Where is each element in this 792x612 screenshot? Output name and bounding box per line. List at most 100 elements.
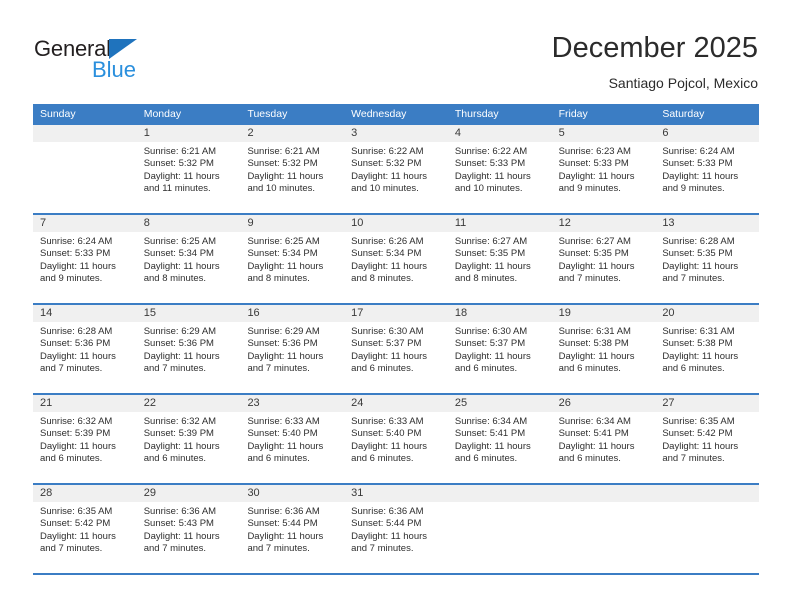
day-number: 10: [344, 215, 448, 232]
sunrise-time: Sunrise: 6:30 AM: [351, 326, 424, 337]
calendar-day-cell[interactable]: 19 Sunrise: 6:31 AM Sunset: 5:38 PM Dayligh…: [551, 305, 656, 393]
calendar-day-cell[interactable]: 14 Sunrise: 6:28 AM Sunset: 5:36 PM Dayligh…: [33, 305, 137, 393]
calendar-day-cell[interactable]: 22 Sunrise: 6:32 AM Sunset: 5:39 PM Dayligh…: [136, 395, 241, 483]
calendar-day-cell[interactable]: 9 Sunrise: 6:25 AM Sunset: 5:34 PM Daylight…: [240, 215, 345, 303]
daylight-duration-line2: and 6 minutes.: [351, 453, 414, 465]
calendar-day-cell[interactable]: 5 Sunrise: 6:23 AM Sunset: 5:33 PM Daylight…: [551, 125, 656, 213]
daylight-duration-line1: Daylight: 11 hours: [143, 530, 220, 542]
daylight-duration-line1: Daylight: 11 hours: [40, 350, 116, 362]
daylight-duration-line1: Daylight: 11 hours: [454, 260, 531, 272]
daylight-duration-line1: Daylight: 11 hours: [558, 260, 635, 272]
calendar-day-cell[interactable]: 23 Sunrise: 6:33 AM Sunset: 5:40 PM Dayligh…: [240, 395, 345, 483]
sunset-time: Sunset: 5:33 PM: [662, 158, 733, 170]
calendar-day-cell[interactable]: 30 Sunrise: 6:36 AM Sunset: 5:44 PM Dayligh…: [240, 485, 345, 573]
day-number: 29: [136, 485, 241, 502]
page-header: General Blue December 2025 Santiago Pojc…: [0, 0, 792, 104]
calendar-day-cell[interactable]: 8 Sunrise: 6:25 AM Sunset: 5:34 PM Daylight…: [136, 215, 241, 303]
daylight-duration-line2: and 7 minutes.: [558, 273, 621, 285]
day-number: 14: [33, 305, 137, 322]
day-details: Sunrise: 6:22 AM Sunset: 5:32 PM Daylight:…: [344, 142, 448, 196]
daylight-duration-line2: and 10 minutes.: [351, 183, 419, 195]
weekday-header-tuesday: Tuesday: [247, 108, 288, 120]
calendar-day-cell[interactable]: 29 Sunrise: 6:36 AM Sunset: 5:43 PM Dayligh…: [136, 485, 241, 573]
weekday-header-wednesday: Wednesday: [351, 108, 407, 120]
sunrise-time: Sunrise: 6:36 AM: [143, 506, 217, 517]
sunrise-time: Sunrise: 6:36 AM: [351, 506, 424, 517]
calendar-day-cell[interactable]: 17 Sunrise: 6:30 AM Sunset: 5:37 PM Dayligh…: [344, 305, 448, 393]
sunset-time: Sunset: 5:41 PM: [558, 428, 629, 440]
day-details: Sunrise: 6:28 AM Sunset: 5:35 PM Daylight:…: [655, 232, 759, 286]
calendar-day-cell[interactable]: 26 Sunrise: 6:34 AM Sunset: 5:41 PM Dayligh…: [551, 395, 656, 483]
day-details: Sunrise: 6:34 AM Sunset: 5:41 PM Daylight:…: [448, 412, 552, 466]
sunrise-time: Sunrise: 6:29 AM: [143, 326, 217, 337]
sunrise-time: Sunrise: 6:31 AM: [662, 326, 735, 337]
daylight-duration-line1: Daylight: 11 hours: [247, 350, 324, 362]
day-number: 8: [136, 215, 241, 232]
sunset-time: Sunset: 5:33 PM: [558, 158, 629, 170]
generalblue-logo[interactable]: General Blue: [34, 36, 174, 88]
daylight-duration-line2: and 6 minutes.: [454, 363, 518, 375]
sunrise-time: Sunrise: 6:21 AM: [143, 146, 217, 157]
calendar-day-cell[interactable]: 24 Sunrise: 6:33 AM Sunset: 5:40 PM Dayligh…: [344, 395, 448, 483]
sunset-time: Sunset: 5:34 PM: [351, 248, 422, 260]
calendar-day-cell[interactable]: 3 Sunrise: 6:22 AM Sunset: 5:32 PM Daylight…: [344, 125, 448, 213]
calendar-day-cell[interactable]: 18 Sunrise: 6:30 AM Sunset: 5:37 PM Dayligh…: [447, 305, 552, 393]
daylight-duration-line2: and 7 minutes.: [143, 543, 207, 555]
day-number: 7: [33, 215, 137, 232]
day-details: Sunrise: 6:21 AM Sunset: 5:32 PM Daylight:…: [240, 142, 344, 196]
calendar-day-cell[interactable]: 13 Sunrise: 6:28 AM Sunset: 5:35 PM Dayligh…: [655, 215, 760, 303]
daylight-duration-line2: and 8 minutes.: [454, 273, 518, 285]
calendar-day-cell[interactable]: 21 Sunrise: 6:32 AM Sunset: 5:39 PM Dayligh…: [33, 395, 137, 483]
weekday-header-sunday: Sunday: [40, 108, 76, 120]
calendar-day-cell[interactable]: 4 Sunrise: 6:22 AM Sunset: 5:33 PM Daylight…: [447, 125, 552, 213]
calendar-day-cell[interactable]: 16 Sunrise: 6:29 AM Sunset: 5:36 PM Dayligh…: [240, 305, 345, 393]
day-number: [33, 125, 137, 142]
calendar-day-cell[interactable]: 20 Sunrise: 6:31 AM Sunset: 5:38 PM Dayligh…: [655, 305, 760, 393]
weekday-header-saturday: Saturday: [662, 108, 705, 120]
day-details: Sunrise: 6:24 AM Sunset: 5:33 PM Daylight:…: [655, 142, 759, 196]
calendar-day-cell[interactable]: 28 Sunrise: 6:35 AM Sunset: 5:42 PM Dayligh…: [33, 485, 137, 573]
sunrise-time: Sunrise: 6:34 AM: [454, 416, 528, 427]
calendar-day-cell[interactable]: 11 Sunrise: 6:27 AM Sunset: 5:35 PM Dayligh…: [447, 215, 552, 303]
sunset-time: Sunset: 5:35 PM: [454, 248, 526, 260]
sunset-time: Sunset: 5:40 PM: [247, 428, 318, 440]
calendar-day-cell[interactable]: 7 Sunrise: 6:24 AM Sunset: 5:33 PM Daylight…: [33, 215, 137, 303]
calendar-day-cell[interactable]: 12 Sunrise: 6:27 AM Sunset: 5:35 PM Dayligh…: [551, 215, 656, 303]
calendar-day-cell[interactable]: 6 Sunrise: 6:24 AM Sunset: 5:33 PM Daylight…: [655, 125, 760, 213]
sunset-time: Sunset: 5:41 PM: [454, 428, 526, 440]
daylight-duration-line2: and 6 minutes.: [558, 363, 621, 375]
logo-text-blue: Blue: [92, 57, 137, 82]
day-number: [655, 485, 760, 502]
sunset-time: Sunset: 5:38 PM: [662, 338, 733, 350]
sunset-time: Sunset: 5:32 PM: [247, 158, 318, 170]
calendar-day-cell-empty: [655, 485, 760, 573]
daylight-duration-line1: Daylight: 11 hours: [558, 170, 635, 182]
sunrise-time: Sunrise: 6:32 AM: [143, 416, 217, 427]
daylight-duration-line2: and 10 minutes.: [247, 183, 316, 195]
sunrise-time: Sunrise: 6:24 AM: [40, 236, 113, 247]
day-details: Sunrise: 6:21 AM Sunset: 5:32 PM Daylight:…: [137, 142, 241, 196]
sunrise-time: Sunrise: 6:33 AM: [247, 416, 320, 427]
sunset-time: Sunset: 5:37 PM: [351, 338, 422, 350]
day-number: 18: [447, 305, 552, 322]
sunset-time: Sunset: 5:38 PM: [558, 338, 629, 350]
calendar-day-cell[interactable]: 10 Sunrise: 6:26 AM Sunset: 5:34 PM Dayligh…: [344, 215, 448, 303]
daylight-duration-line1: Daylight: 11 hours: [351, 530, 428, 542]
sunrise-time: Sunrise: 6:24 AM: [662, 146, 735, 157]
calendar-day-cell[interactable]: 25 Sunrise: 6:34 AM Sunset: 5:41 PM Dayligh…: [447, 395, 552, 483]
weekday-header-monday: Monday: [143, 108, 182, 120]
day-number: 31: [344, 485, 448, 502]
daylight-duration-line1: Daylight: 11 hours: [351, 350, 428, 362]
calendar-day-cell[interactable]: 2 Sunrise: 6:21 AM Sunset: 5:32 PM Daylight…: [240, 125, 345, 213]
calendar-day-cell[interactable]: 1 Sunrise: 6:21 AM Sunset: 5:32 PM Daylight…: [136, 125, 241, 213]
calendar-day-cell[interactable]: 27 Sunrise: 6:35 AM Sunset: 5:42 PM Dayligh…: [655, 395, 760, 483]
daylight-duration-line2: and 6 minutes.: [662, 363, 725, 375]
calendar-day-cell[interactable]: 31 Sunrise: 6:36 AM Sunset: 5:44 PM Dayligh…: [344, 485, 448, 573]
calendar-day-cell[interactable]: 15 Sunrise: 6:29 AM Sunset: 5:36 PM Dayligh…: [136, 305, 241, 393]
daylight-duration-line2: and 6 minutes.: [351, 363, 414, 375]
daylight-duration-line2: and 6 minutes.: [40, 453, 103, 465]
day-number: 1: [136, 125, 241, 142]
sunset-time: Sunset: 5:32 PM: [351, 158, 422, 170]
weekday-header-thursday: Thursday: [454, 108, 499, 120]
sunset-time: Sunset: 5:34 PM: [143, 248, 214, 260]
